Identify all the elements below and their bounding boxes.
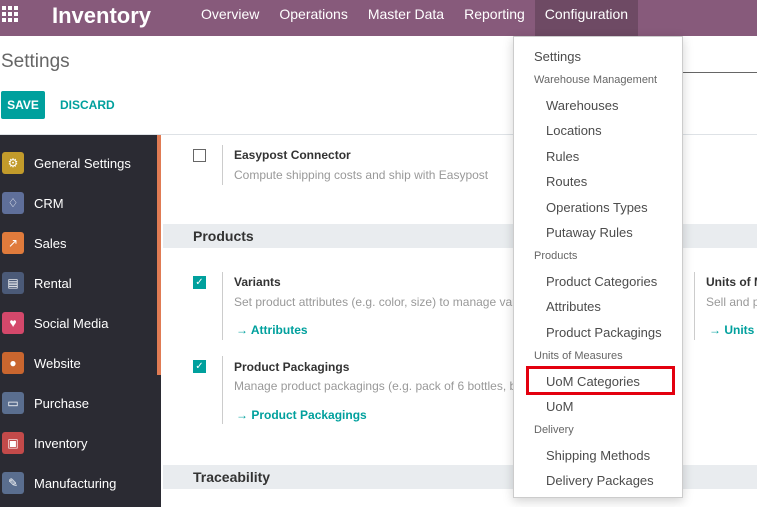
dropdown-item-operations-types[interactable]: Operations Types <box>514 200 682 215</box>
units-of-measure-link[interactable]: → Units of Measure <box>709 323 757 337</box>
sidebar-item-social-media[interactable]: ♥ Social Media <box>0 303 157 343</box>
dropdown-header-units-of-measures: Units of Measures <box>534 350 623 362</box>
dropdown-item-uom[interactable]: UoM <box>514 399 682 414</box>
configuration-dropdown: Settings Warehouse Management Warehouses… <box>513 36 683 498</box>
product-packagings-title: Product Packagings <box>234 360 350 374</box>
save-button[interactable]: SAVE <box>1 91 45 119</box>
sidebar-item-crm[interactable]: ♢ CRM <box>0 183 157 223</box>
apps-grid-icon[interactable] <box>2 6 20 24</box>
page-title: Settings <box>1 51 70 72</box>
divider <box>222 145 223 185</box>
sidebar-item-label: Manufacturing <box>34 475 117 491</box>
sidebar-item-sales[interactable]: ↗ Sales <box>0 223 157 263</box>
settings-sidebar: ⚙ General Settings ♢ CRM ↗ Sales ▤ Renta… <box>0 135 161 507</box>
dropdown-item-routes[interactable]: Routes <box>514 174 682 189</box>
attributes-link-label: Attributes <box>250 323 308 337</box>
handshake-icon: ♢ <box>2 192 24 214</box>
divider <box>222 272 223 340</box>
uom-categories-highlight-box <box>526 366 675 395</box>
divider <box>222 356 223 424</box>
sidebar-item-label: Rental <box>34 275 72 291</box>
chart-icon: ↗ <box>2 232 24 254</box>
attributes-link[interactable]: → Attributes <box>236 323 308 337</box>
easypost-checkbox[interactable] <box>193 149 206 162</box>
dropdown-item-attributes[interactable]: Attributes <box>514 299 682 314</box>
divider <box>694 272 695 340</box>
gear-icon: ⚙ <box>2 152 24 174</box>
product-packagings-checkbox[interactable]: ✓ <box>193 360 206 373</box>
dropdown-item-product-categories[interactable]: Product Categories <box>514 274 682 289</box>
product-packagings-description: Manage product packagings (e.g. pack of … <box>234 379 514 393</box>
units-of-measure-description: Sell and purchase products in different … <box>706 295 757 309</box>
variants-title: Variants <box>234 275 281 289</box>
thumbs-up-icon: ♥ <box>2 312 24 334</box>
menu-overview[interactable]: Overview <box>191 0 269 36</box>
wrench-icon: ✎ <box>2 472 24 494</box>
sidebar-item-label: Purchase <box>34 395 89 411</box>
discard-button[interactable]: DISCARD <box>60 91 115 119</box>
easypost-description: Compute shipping costs and ship with Eas… <box>234 168 489 182</box>
menu-configuration[interactable]: Configuration <box>534 0 639 36</box>
dropdown-item-product-packagings[interactable]: Product Packagings <box>514 325 682 340</box>
dropdown-item-rules[interactable]: Rules <box>514 149 682 164</box>
product-packagings-link-label: Product Packagings <box>251 408 367 422</box>
easypost-title: Easypost Connector <box>234 148 351 162</box>
card-icon: ▭ <box>2 392 24 414</box>
top-navbar: Inventory Overview Operations Master Dat… <box>0 0 757 36</box>
variants-description: Set product attributes (e.g. color, size… <box>234 295 514 309</box>
product-packagings-link[interactable]: → Product Packagings <box>236 408 367 422</box>
dropdown-header-products: Products <box>534 250 578 262</box>
units-link-label: Units of Measure <box>724 323 757 337</box>
variants-checkbox[interactable]: ✓ <box>193 276 206 289</box>
sidebar-item-label: Social Media <box>34 315 109 331</box>
dropdown-item-locations[interactable]: Locations <box>514 123 682 138</box>
dropdown-item-putaway-rules[interactable]: Putaway Rules <box>514 225 682 240</box>
sidebar-item-purchase[interactable]: ▭ Purchase <box>0 383 157 423</box>
sidebar-item-website[interactable]: ● Website <box>0 343 157 383</box>
sidebar-item-label: General Settings <box>34 155 131 171</box>
dropdown-item-warehouses[interactable]: Warehouses <box>514 98 682 113</box>
rental-icon: ▤ <box>2 272 24 294</box>
dropdown-item-shipping-methods[interactable]: Shipping Methods <box>514 448 682 463</box>
dropdown-item-delivery-packages[interactable]: Delivery Packages <box>514 473 682 488</box>
app-name[interactable]: Inventory <box>52 2 151 30</box>
menu-master-data[interactable]: Master Data <box>358 0 454 36</box>
sidebar-item-general-settings[interactable]: ⚙ General Settings <box>0 143 157 183</box>
dropdown-header-warehouse-management: Warehouse Management <box>534 74 658 86</box>
sidebar-item-label: Sales <box>34 235 67 251</box>
globe-icon: ● <box>2 352 24 374</box>
sidebar-item-label: CRM <box>34 195 64 211</box>
dropdown-item-settings[interactable]: Settings <box>514 49 682 64</box>
sidebar-item-rental[interactable]: ▤ Rental <box>0 263 157 303</box>
sidebar-item-inventory[interactable]: ▣ Inventory <box>0 423 157 463</box>
box-icon: ▣ <box>2 432 24 454</box>
sidebar-item-label: Website <box>34 355 81 371</box>
menu-operations[interactable]: Operations <box>269 0 357 36</box>
dropdown-header-delivery: Delivery <box>534 424 574 436</box>
main-menu: Overview Operations Master Data Reportin… <box>191 0 639 36</box>
sidebar-item-label: Inventory <box>34 435 88 451</box>
sidebar-item-manufacturing[interactable]: ✎ Manufacturing <box>0 463 157 503</box>
units-of-measure-title: Units of Measure <box>706 275 757 289</box>
menu-reporting[interactable]: Reporting <box>454 0 535 36</box>
